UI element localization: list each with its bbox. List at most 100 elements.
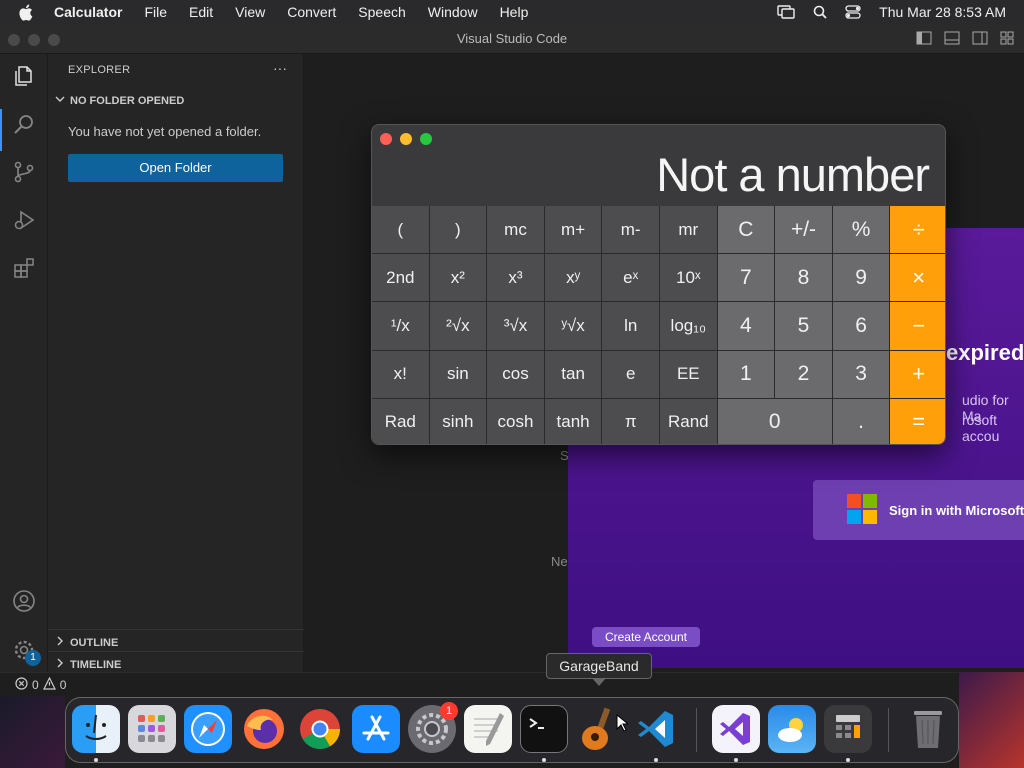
accounts-icon[interactable] bbox=[12, 589, 36, 613]
source-control-icon[interactable] bbox=[12, 160, 36, 184]
key-sin[interactable]: sin bbox=[429, 350, 487, 398]
key-decimal[interactable]: . bbox=[832, 398, 890, 444]
calculator-minimize-button[interactable] bbox=[400, 133, 412, 145]
key-7[interactable]: 7 bbox=[717, 254, 775, 302]
key-equals[interactable]: = bbox=[890, 398, 945, 444]
key-5[interactable]: 5 bbox=[775, 302, 832, 350]
calculator-close-button[interactable] bbox=[380, 133, 392, 145]
key-close-paren[interactable]: ) bbox=[429, 206, 487, 254]
app-store-icon[interactable] bbox=[352, 705, 400, 753]
key-plus-minus[interactable]: +/- bbox=[775, 206, 832, 254]
menu-app-name[interactable]: Calculator bbox=[54, 4, 122, 20]
apple-icon[interactable] bbox=[18, 4, 34, 21]
menu-window[interactable]: Window bbox=[428, 4, 478, 20]
visual-studio-icon[interactable] bbox=[712, 705, 760, 753]
trash-icon[interactable] bbox=[904, 705, 952, 753]
textedit-icon[interactable] bbox=[464, 705, 512, 753]
key-m-plus[interactable]: m+ bbox=[544, 206, 602, 254]
key-sinh[interactable]: sinh bbox=[429, 398, 487, 444]
key-e[interactable]: e bbox=[602, 350, 659, 398]
key-x-cubed[interactable]: x³ bbox=[487, 254, 544, 302]
key-open-paren[interactable]: ( bbox=[372, 206, 429, 254]
key-mr[interactable]: mr bbox=[659, 206, 717, 254]
menu-help[interactable]: Help bbox=[500, 4, 529, 20]
search-view-icon[interactable] bbox=[12, 112, 36, 136]
menu-edit[interactable]: Edit bbox=[189, 4, 213, 20]
outline-label: OUTLINE bbox=[70, 636, 119, 649]
run-debug-icon[interactable] bbox=[12, 208, 36, 232]
key-clear[interactable]: C bbox=[717, 206, 775, 254]
key-add[interactable]: + bbox=[890, 350, 945, 398]
key-percent[interactable]: % bbox=[832, 206, 890, 254]
firefox-icon[interactable] bbox=[240, 705, 288, 753]
menu-speech[interactable]: Speech bbox=[358, 4, 405, 20]
toggle-secondary-sidebar-icon[interactable] bbox=[972, 31, 988, 50]
key-ten-pow-x[interactable]: 10ˣ bbox=[659, 254, 717, 302]
key-multiply[interactable]: × bbox=[890, 254, 945, 302]
toggle-primary-sidebar-icon[interactable] bbox=[916, 31, 932, 50]
toggle-panel-icon[interactable] bbox=[944, 31, 960, 50]
chrome-icon[interactable] bbox=[296, 705, 344, 753]
key-rad[interactable]: Rad bbox=[372, 398, 429, 444]
control-center-icon[interactable] bbox=[845, 5, 861, 19]
launchpad-icon[interactable] bbox=[128, 705, 176, 753]
key-log10[interactable]: log₁₀ bbox=[659, 302, 717, 350]
key-divide[interactable]: ÷ bbox=[890, 206, 945, 254]
key-y-root[interactable]: ʸ√x bbox=[544, 302, 602, 350]
extensions-icon[interactable] bbox=[12, 256, 36, 280]
key-9[interactable]: 9 bbox=[832, 254, 890, 302]
key-8[interactable]: 8 bbox=[775, 254, 832, 302]
customize-layout-icon[interactable] bbox=[1000, 31, 1014, 50]
key-second[interactable]: 2nd bbox=[372, 254, 429, 302]
key-pi[interactable]: π bbox=[602, 398, 659, 444]
search-icon[interactable] bbox=[813, 5, 827, 19]
weather-icon[interactable] bbox=[768, 705, 816, 753]
key-6[interactable]: 6 bbox=[832, 302, 890, 350]
finder-icon[interactable] bbox=[72, 705, 120, 753]
calculator-icon[interactable] bbox=[824, 705, 872, 753]
key-square-root[interactable]: ²√x bbox=[429, 302, 487, 350]
key-e-pow-x[interactable]: eˣ bbox=[602, 254, 659, 302]
key-cosh[interactable]: cosh bbox=[487, 398, 544, 444]
open-folder-button[interactable]: Open Folder bbox=[68, 154, 283, 182]
key-4[interactable]: 4 bbox=[717, 302, 775, 350]
no-folder-section-header[interactable]: NO FOLDER OPENED bbox=[54, 93, 184, 108]
key-cos[interactable]: cos bbox=[487, 350, 544, 398]
menu-file[interactable]: File bbox=[144, 4, 167, 20]
outline-section[interactable]: OUTLINE bbox=[48, 629, 304, 651]
key-ee[interactable]: EE bbox=[659, 350, 717, 398]
timeline-section[interactable]: TIMELINE bbox=[48, 651, 304, 673]
key-2[interactable]: 2 bbox=[775, 350, 832, 398]
key-x-squared[interactable]: x² bbox=[429, 254, 487, 302]
menu-convert[interactable]: Convert bbox=[287, 4, 336, 20]
key-cube-root[interactable]: ³√x bbox=[487, 302, 544, 350]
key-rand[interactable]: Rand bbox=[659, 398, 717, 444]
safari-icon[interactable] bbox=[184, 705, 232, 753]
problems-status[interactable]: 0 0 bbox=[15, 676, 66, 693]
vscode-icon[interactable] bbox=[632, 705, 680, 753]
vscode-close-button[interactable] bbox=[8, 34, 20, 46]
terminal-icon[interactable] bbox=[520, 705, 568, 753]
key-1[interactable]: 1 bbox=[717, 350, 775, 398]
explorer-more-button[interactable]: ··· bbox=[273, 60, 287, 76]
sign-in-microsoft-button[interactable]: Sign in with Microsoft bbox=[813, 480, 1024, 540]
vscode-minimize-button[interactable] bbox=[28, 34, 40, 46]
calculator-zoom-button[interactable] bbox=[420, 133, 432, 145]
menu-view[interactable]: View bbox=[235, 4, 265, 20]
key-0[interactable]: 0 bbox=[717, 398, 832, 444]
menu-clock[interactable]: Thu Mar 28 8:53 AM bbox=[879, 4, 1006, 20]
screen-mirroring-icon[interactable] bbox=[777, 5, 795, 19]
key-tan[interactable]: tan bbox=[544, 350, 602, 398]
key-tanh[interactable]: tanh bbox=[544, 398, 602, 444]
key-subtract[interactable]: − bbox=[890, 302, 945, 350]
key-m-minus[interactable]: m- bbox=[602, 206, 659, 254]
create-account-button[interactable]: Create Account bbox=[592, 627, 700, 647]
key-3[interactable]: 3 bbox=[832, 350, 890, 398]
key-factorial[interactable]: x! bbox=[372, 350, 429, 398]
key-mc[interactable]: mc bbox=[487, 206, 544, 254]
key-ln[interactable]: ln bbox=[602, 302, 659, 350]
key-x-pow-y[interactable]: xʸ bbox=[544, 254, 602, 302]
key-reciprocal[interactable]: ¹/x bbox=[372, 302, 429, 350]
vscode-zoom-button[interactable] bbox=[48, 34, 60, 46]
explorer-icon[interactable] bbox=[12, 64, 36, 88]
